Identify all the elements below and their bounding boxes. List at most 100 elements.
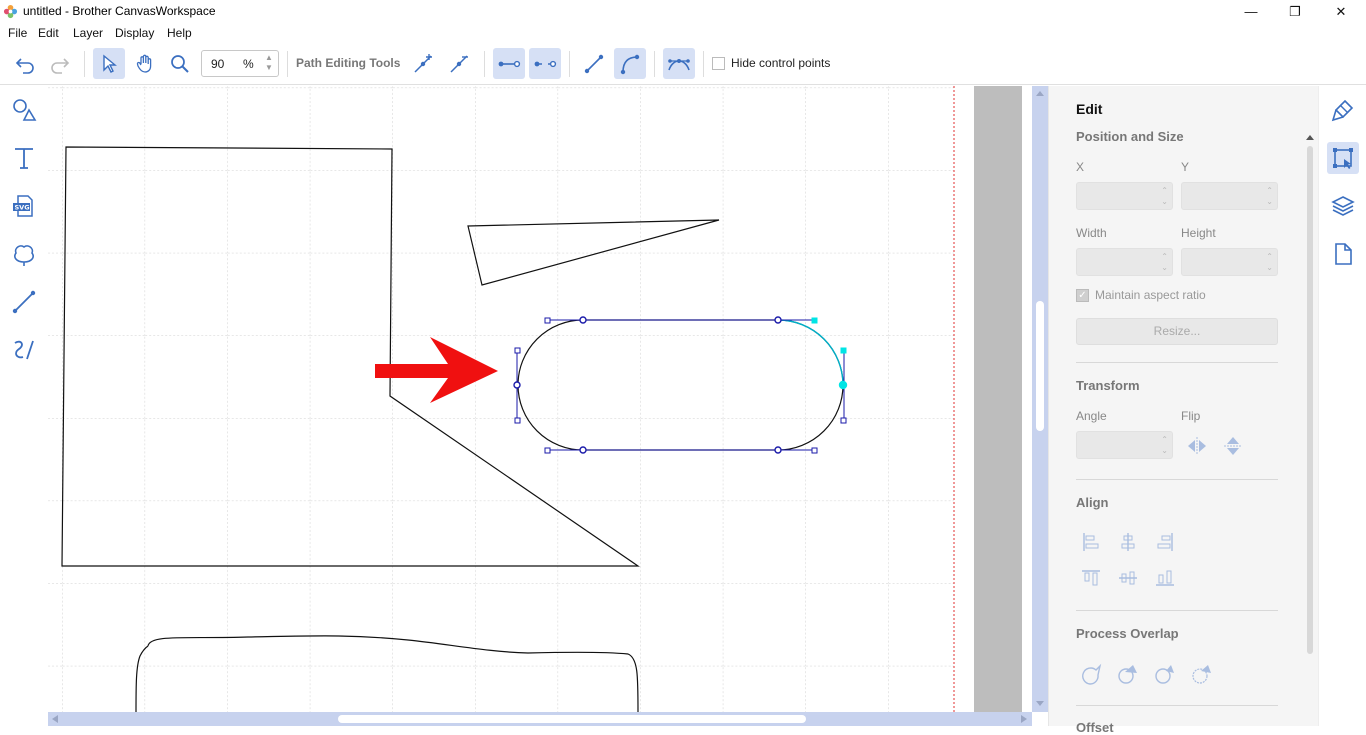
paint-icon (1331, 99, 1354, 122)
design-canvas[interactable] (48, 86, 1022, 712)
paint-tab[interactable] (1327, 94, 1359, 126)
canvas-vertical-scrollbar[interactable] (1032, 86, 1048, 712)
minimize-button[interactable]: — (1228, 0, 1274, 23)
height-field[interactable]: ⌃ ⌄ (1181, 248, 1278, 276)
align-bottom-button[interactable] (1152, 565, 1178, 591)
canvas-drawing[interactable] (48, 86, 1022, 712)
align-center-button[interactable] (1115, 529, 1141, 555)
resize-button[interactable]: Resize... (1076, 318, 1278, 345)
pattern-tool-button[interactable] (8, 238, 40, 270)
menu-layer[interactable]: Layer (73, 26, 103, 40)
line-icon (12, 290, 36, 314)
scroll-right-icon[interactable] (1020, 715, 1028, 723)
angle-label: Angle (1076, 409, 1107, 423)
app-logo-icon (3, 4, 18, 19)
align-heading: Align (1076, 495, 1109, 510)
select-icon (103, 54, 117, 73)
scroll-down-icon[interactable] (1035, 700, 1045, 708)
close-button[interactable]: ✕ (1318, 0, 1364, 23)
vertical-scroll-thumb[interactable] (1036, 301, 1044, 431)
break-path-button[interactable] (529, 48, 561, 79)
zoom-value[interactable]: 90 (211, 57, 224, 71)
zoom-input[interactable]: 90 % ▲ ▼ (201, 50, 279, 77)
restore-button[interactable]: ❐ (1272, 0, 1318, 23)
menu-bar: File Edit Layer Display Help (0, 23, 1366, 43)
weld-button[interactable] (1078, 661, 1104, 687)
x-field[interactable]: ⌃ ⌄ (1076, 182, 1173, 210)
scroll-left-icon[interactable] (51, 715, 59, 723)
hide-control-points-label: Hide control points (731, 56, 831, 70)
align-top-button[interactable] (1078, 565, 1104, 591)
delete-node-button[interactable] (443, 48, 475, 79)
smooth-node-button[interactable] (663, 48, 695, 79)
flip-horizontal-icon (1188, 437, 1206, 455)
text-tool-button[interactable] (8, 142, 40, 174)
panel-scroll-up-icon[interactable] (1306, 134, 1314, 140)
canvas-horizontal-scrollbar[interactable] (48, 712, 1032, 726)
menu-edit[interactable]: Edit (38, 26, 59, 40)
menu-file[interactable]: File (8, 26, 27, 40)
add-node-icon (414, 53, 432, 73)
maintain-aspect-box[interactable]: ✓ (1076, 288, 1089, 302)
angle-field[interactable]: ⌃ ⌄ (1076, 431, 1173, 459)
hand-tool-button[interactable] (129, 48, 161, 79)
panel-scroll-thumb[interactable] (1307, 146, 1313, 654)
panel-scrollbar[interactable] (1306, 132, 1314, 726)
page-icon (1335, 243, 1352, 265)
width-field[interactable]: ⌃ ⌄ (1076, 248, 1173, 276)
edit-tab[interactable] (1327, 142, 1359, 174)
flip-horizontal-button[interactable] (1184, 433, 1210, 459)
svg-text:SVG: SVG (15, 204, 30, 212)
y-field[interactable]: ⌃ ⌄ (1181, 182, 1278, 210)
panel-title: Edit (1076, 101, 1103, 117)
zoom-stepper[interactable]: ▲ ▼ (262, 53, 276, 74)
select-tool-button[interactable] (93, 48, 125, 79)
edit-transform-icon (1333, 148, 1353, 169)
title-bar: untitled - Brother CanvasWorkspace — ❐ ✕ (0, 0, 1366, 23)
curve-button[interactable] (614, 48, 646, 79)
horizontal-scroll-thumb[interactable] (338, 715, 806, 723)
menu-display[interactable]: Display (115, 26, 154, 40)
svg-import-icon: SVG (13, 195, 33, 217)
zoom-tool-button[interactable] (164, 48, 196, 79)
redo-button[interactable] (44, 48, 76, 79)
freehand-tool-button[interactable] (8, 334, 40, 366)
y-label: Y (1181, 160, 1190, 174)
align-right-button[interactable] (1152, 529, 1178, 555)
flip-vertical-button[interactable] (1220, 433, 1246, 459)
layers-tab[interactable] (1327, 190, 1359, 222)
intersect-button[interactable] (1189, 661, 1215, 687)
align-center-icon (1121, 533, 1135, 551)
menu-help[interactable]: Help (167, 26, 192, 40)
delete-node-icon (450, 54, 468, 73)
text-icon (15, 148, 33, 169)
align-middle-button[interactable] (1115, 565, 1141, 591)
exclude-button[interactable] (1115, 661, 1141, 687)
join-nodes-button[interactable] (493, 48, 525, 79)
maintain-aspect-checkbox[interactable]: ✓ Maintain aspect ratio (1076, 288, 1206, 302)
hide-control-points-box[interactable] (712, 56, 725, 70)
edit-panel: Edit Position and Size X Y ⌃ ⌄ ⌃ ⌄ Width H… (1048, 86, 1318, 735)
intersect-icon (1192, 665, 1211, 684)
shapes-tool-button[interactable] (8, 94, 40, 126)
page-tab[interactable] (1327, 238, 1359, 270)
canvas-offpage-area (972, 86, 1022, 712)
smooth-node-icon (668, 58, 690, 70)
layers-icon (1331, 196, 1355, 216)
add-node-button[interactable] (407, 48, 439, 79)
line-tool-button[interactable] (8, 286, 40, 318)
align-left-button[interactable] (1078, 529, 1104, 555)
straight-line-icon (584, 54, 604, 73)
hide-control-points-checkbox[interactable]: Hide control points (712, 56, 830, 70)
align-middle-icon (1119, 571, 1137, 585)
left-toolbar: SVG (0, 86, 48, 726)
subtract-button[interactable] (1152, 661, 1178, 687)
path-editing-label: Path Editing Tools (296, 56, 401, 70)
straight-line-button[interactable] (578, 48, 610, 79)
zoom-unit: % (243, 57, 254, 71)
undo-button[interactable] (9, 48, 41, 79)
svg-import-button[interactable]: SVG (8, 190, 40, 222)
toolbar: 90 % ▲ ▼ Path Editing Tools Hide control … (0, 43, 1366, 85)
height-label: Height (1181, 226, 1216, 240)
scroll-up-icon[interactable] (1035, 89, 1045, 97)
